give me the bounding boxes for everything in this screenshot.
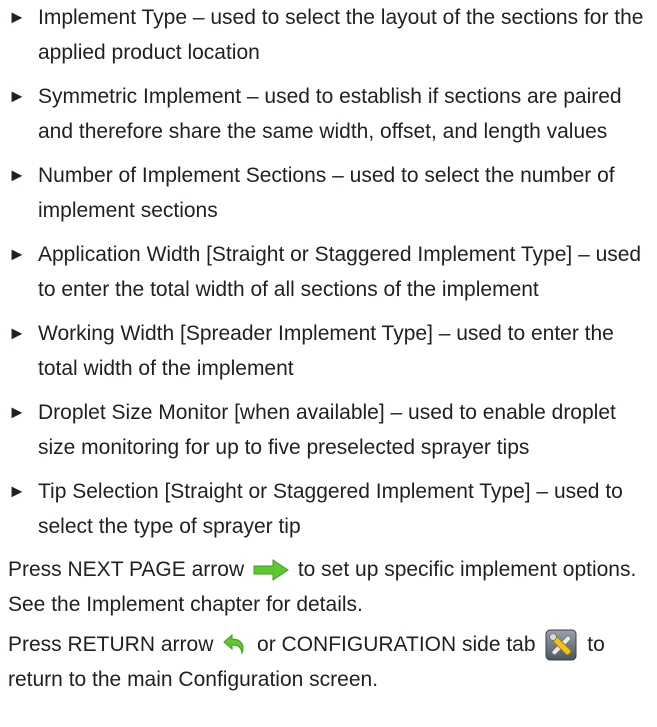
bullet-text: Symmetric Implement – used to establish … [38, 85, 622, 143]
bullet-text: Droplet Size Monitor [when available] – … [38, 401, 616, 459]
return-arrow-icon[interactable] [222, 632, 248, 658]
bullet-arrow-icon: ► [8, 323, 26, 343]
next-page-arrow-icon[interactable] [253, 559, 289, 582]
bullet-text: Application Width [Straight or Staggered… [38, 243, 642, 301]
bullet-text: Working Width [Spreader Implement Type] … [38, 322, 614, 380]
instructions: Press NEXT PAGE arrow to set up specific… [8, 552, 657, 697]
return-text-before: Press RETURN arrow [8, 633, 214, 656]
bullet-arrow-icon: ► [8, 402, 26, 422]
bullet-arrow-icon: ► [8, 7, 26, 27]
bullet-arrow-icon: ► [8, 481, 26, 501]
settings-bullet-list: ► Implement Type – used to select the la… [8, 0, 657, 544]
next-page-instruction: Press NEXT PAGE arrow to set up specific… [8, 552, 657, 622]
bullet-implement-type: ► Implement Type – used to select the la… [8, 0, 657, 70]
bullet-text: Implement Type – used to select the layo… [38, 6, 644, 64]
return-text-middle: or CONFIGURATION side tab [257, 633, 536, 656]
bullet-working-width: ► Working Width [Spreader Implement Type… [8, 316, 657, 386]
return-instruction: Press RETURN arrow or CONFIGURATION side… [8, 627, 657, 697]
document-page: ► Implement Type – used to select the la… [0, 0, 657, 727]
configuration-tools-icon[interactable] [545, 629, 577, 661]
bullet-application-width: ► Application Width [Straight or Stagger… [8, 237, 657, 307]
bullet-symmetric-implement: ► Symmetric Implement – used to establis… [8, 79, 657, 149]
bullet-text: Tip Selection [Straight or Staggered Imp… [38, 480, 623, 538]
bullet-text: Number of Implement Sections – used to s… [38, 164, 615, 222]
next-page-text-before: Press NEXT PAGE arrow [8, 558, 245, 581]
bullet-number-of-sections: ► Number of Implement Sections – used to… [8, 158, 657, 228]
bullet-arrow-icon: ► [8, 244, 26, 264]
bullet-arrow-icon: ► [8, 86, 26, 106]
bullet-droplet-size-monitor: ► Droplet Size Monitor [when available] … [8, 395, 657, 465]
bullet-arrow-icon: ► [8, 165, 26, 185]
bullet-tip-selection: ► Tip Selection [Straight or Staggered I… [8, 474, 657, 544]
